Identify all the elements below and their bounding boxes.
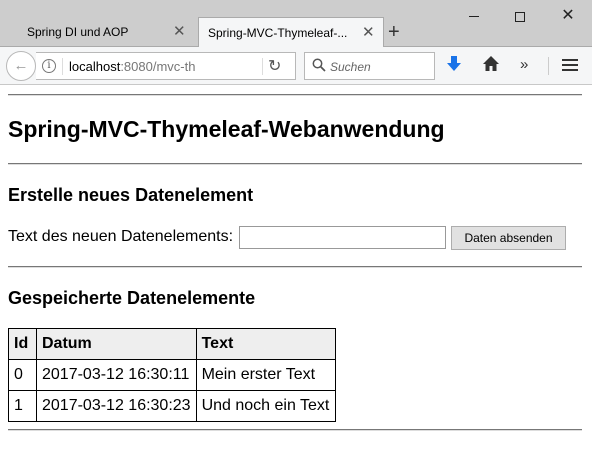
tab-spring-di[interactable]: Spring DI und AOP ✕ [0, 17, 198, 47]
minimize-icon[interactable] [452, 2, 496, 30]
close-icon[interactable]: ✕ [173, 17, 186, 47]
reload-icon[interactable]: ↻ [268, 56, 281, 76]
page-content: Spring-MVC-Thymeleaf-Webanwendung Erstel… [8, 86, 584, 459]
hamburger-menu-icon[interactable] [562, 59, 578, 74]
back-arrow-icon[interactable]: ← [6, 51, 36, 81]
data-table: Id Datum Text 0 2017-03-12 16:30:11 Mein… [8, 328, 336, 422]
divider [8, 163, 582, 165]
input-label: Text des neuen Datenelements: [8, 228, 234, 245]
search-placeholder: Suchen [330, 60, 371, 74]
tab-label: Spring DI und AOP [27, 25, 129, 39]
column-header-date: Datum [36, 328, 197, 360]
cell-date: 2017-03-12 16:30:11 [36, 359, 197, 391]
table-header-row: Id Datum Text [8, 328, 336, 360]
column-header-id: Id [8, 328, 37, 360]
create-section-heading: Erstelle neues Datenelement [8, 185, 254, 205]
table-row: 1 2017-03-12 16:30:23 Und noch ein Text [8, 390, 336, 422]
reload-separator [262, 58, 263, 75]
overflow-chevron-icon[interactable]: » [520, 55, 528, 75]
divider [8, 429, 582, 431]
url-bar[interactable]: i localhost:8080/mvc-th ↻ [36, 52, 296, 80]
close-icon[interactable]: ✕ [362, 18, 375, 48]
cell-date: 2017-03-12 16:30:23 [36, 390, 197, 422]
url-text[interactable]: localhost:8080/mvc-th [69, 59, 195, 74]
url-host: localhost [69, 59, 121, 74]
cell-id: 0 [8, 359, 37, 391]
new-item-text-input[interactable] [239, 226, 446, 249]
cell-id: 1 [8, 390, 37, 422]
divider [8, 94, 582, 96]
toolbar-separator [548, 57, 549, 75]
tab-spring-mvc[interactable]: Spring-MVC-Thymeleaf-... ✕ [198, 17, 384, 48]
column-header-text: Text [195, 328, 336, 360]
search-input[interactable]: Suchen [304, 52, 435, 80]
browser-titlebar: Spring DI und AOP ✕ Spring-MVC-Thymeleaf… [0, 0, 592, 48]
download-icon[interactable] [446, 55, 462, 79]
url-path: :8080/mvc-th [120, 59, 196, 74]
home-icon[interactable] [482, 55, 500, 78]
page-title: Spring-MVC-Thymeleaf-Webanwendung [8, 116, 445, 142]
browser-toolbar: ← i localhost:8080/mvc-th ↻ Suchen » [0, 47, 592, 85]
submit-button[interactable]: Daten absenden [451, 226, 566, 250]
maximize-icon[interactable] [498, 2, 542, 30]
info-icon[interactable]: i [42, 59, 56, 73]
search-icon [312, 58, 326, 72]
tab-label: Spring-MVC-Thymeleaf-... [208, 26, 348, 40]
cell-text: Mein erster Text [195, 359, 336, 391]
table-row: 0 2017-03-12 16:30:11 Mein erster Text [8, 359, 336, 391]
stored-section-heading: Gespeicherte Datenelemente [8, 288, 256, 308]
cell-text: Und noch ein Text [195, 390, 336, 422]
window-close-icon[interactable]: ✕ [546, 2, 590, 30]
new-tab-icon[interactable]: + [388, 19, 400, 45]
url-separator [62, 58, 63, 75]
divider [8, 266, 582, 268]
